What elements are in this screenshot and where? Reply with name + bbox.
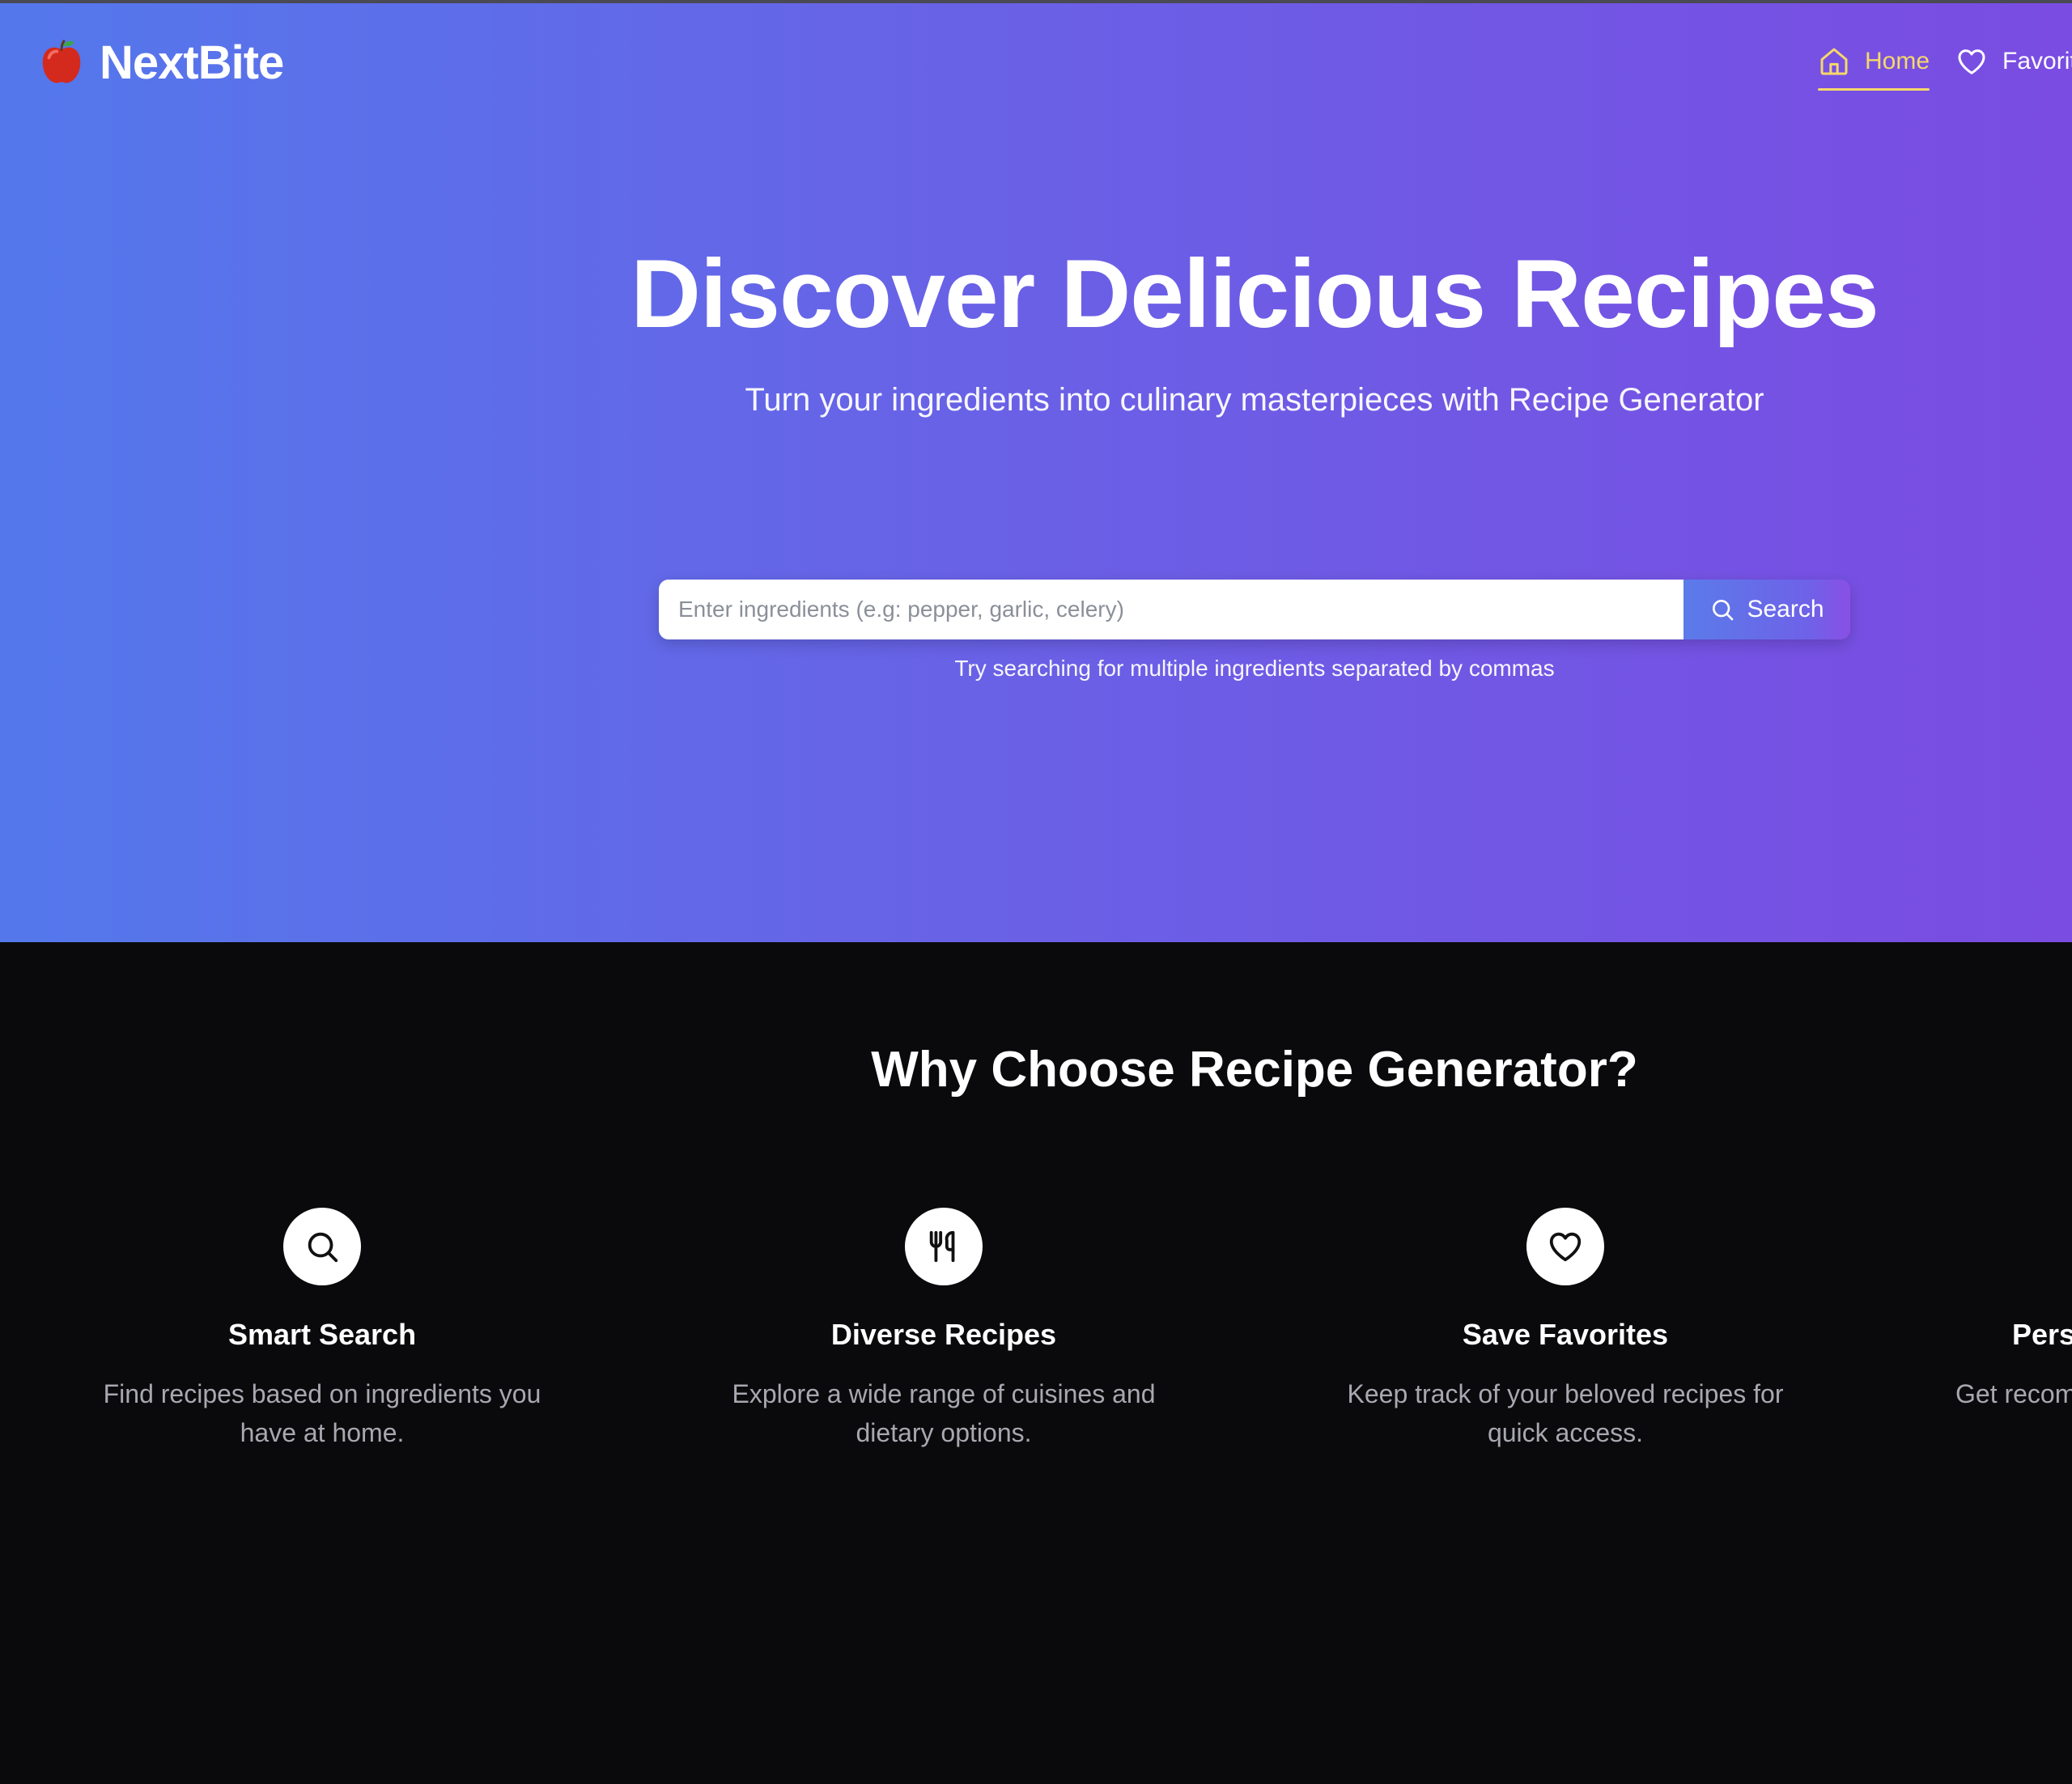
feature-card-smart-search: Smart Search Find recipes based on ingre… — [39, 1208, 605, 1452]
nav-favorites-label: Favorit — [2002, 48, 2072, 74]
home-icon — [1818, 45, 1850, 78]
features-title: Why Choose Recipe Generator? — [871, 1042, 1638, 1098]
hero-subtitle: Turn your ingredients into culinary mast… — [745, 382, 1764, 418]
features-section: Why Choose Recipe Generator? Smart Searc… — [0, 942, 2072, 1784]
ingredient-search-input[interactable] — [659, 580, 1684, 639]
hero-title: Discover Delicious Recipes — [631, 240, 1879, 348]
feature-description: Explore a wide range of cuisines and die… — [732, 1379, 1156, 1447]
brand-logo[interactable]: NextBite — [36, 34, 284, 91]
search-hint: Try searching for multiple ingredients s… — [954, 656, 1555, 681]
heart-icon — [1526, 1208, 1604, 1285]
feature-card-save-favorites: Save Favorites Keep track of your belove… — [1282, 1208, 1849, 1452]
apple-icon — [36, 37, 87, 87]
feature-card-personalized: Pers Get recom — [1955, 1208, 2072, 1413]
brand-name: NextBite — [100, 36, 284, 89]
feature-title: Save Favorites — [1462, 1318, 1669, 1351]
feature-title: Diverse Recipes — [830, 1318, 1057, 1351]
search-bar: Search — [659, 580, 1850, 639]
nav-home-link[interactable]: Home — [1818, 37, 1930, 91]
feature-description: Find recipes based on ingredients you ha… — [103, 1379, 541, 1447]
feature-description: Keep track of your beloved recipes for q… — [1347, 1379, 1784, 1447]
search-icon — [1709, 597, 1735, 622]
feature-title: Smart Search — [227, 1318, 417, 1351]
main-nav: Home Favorit — [1818, 37, 2072, 91]
search-icon — [283, 1208, 361, 1285]
nav-favorites-link[interactable]: Favorit — [1955, 37, 2072, 86]
heart-icon — [1955, 45, 1988, 78]
search-button-label: Search — [1747, 596, 1824, 622]
feature-description: Get recom — [1955, 1379, 2072, 1408]
hero-section: NextBite Home Favorit Discover Delicious… — [0, 3, 2072, 942]
utensils-icon — [905, 1208, 983, 1285]
search-button[interactable]: Search — [1684, 580, 1850, 639]
feature-title: Pers — [2012, 1318, 2072, 1351]
nav-home-label: Home — [1865, 48, 1930, 74]
feature-card-diverse-recipes: Diverse Recipes Explore a wide range of … — [660, 1208, 1227, 1452]
